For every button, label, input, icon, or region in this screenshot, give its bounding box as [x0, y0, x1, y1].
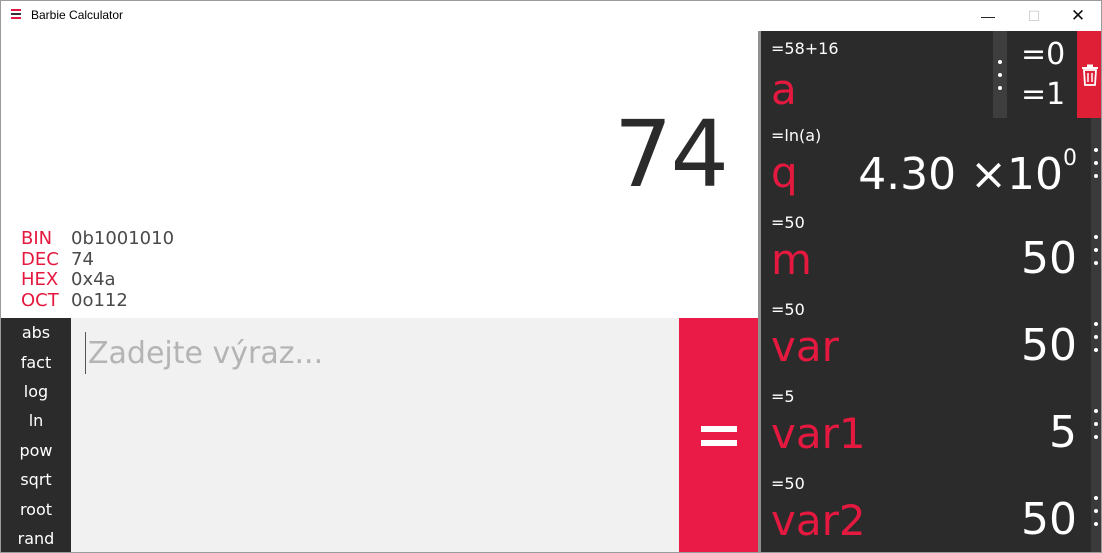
equals-icon — [700, 418, 737, 454]
variable-exponent: 0 — [1063, 146, 1077, 171]
answer-list: =0 =1 — [1007, 31, 1077, 118]
function-list: abs fact log ln pow sqrt root rand — [1, 318, 71, 552]
variable-expression: =50 — [771, 300, 805, 319]
answer-value[interactable]: =1 — [1021, 77, 1065, 112]
variable-expression: =5 — [771, 387, 795, 406]
app-logo-icon — [11, 9, 21, 21]
function-sqrt[interactable]: sqrt — [1, 465, 71, 494]
editing-variable-card[interactable]: =58+16 a — [761, 31, 993, 118]
more-options-icon[interactable] — [1092, 148, 1100, 178]
maximize-button[interactable]: ☐ — [1011, 1, 1057, 31]
app-window: Barbie Calculator — ☐ ✕ 74 BIN 0b1001010… — [0, 0, 1102, 553]
base-label: HEX — [21, 269, 59, 290]
function-ln[interactable]: ln — [1, 406, 71, 435]
function-fact[interactable]: fact — [1, 347, 71, 376]
base-label: DEC — [21, 248, 59, 270]
base-row-dec: DEC 74 — [21, 248, 174, 271]
variable-value: 50 — [1021, 320, 1077, 371]
result-display: 74 — [613, 101, 729, 208]
base-value: 0x4a — [71, 269, 116, 290]
variable-value: 5 — [1049, 407, 1077, 458]
more-options-icon[interactable] — [996, 60, 1004, 90]
title-bar: Barbie Calculator — ☐ ✕ — [1, 1, 1101, 31]
variable-value: 50 — [1021, 233, 1077, 284]
more-options-icon[interactable] — [1092, 496, 1100, 526]
variable-expression: =ln(a) — [771, 126, 822, 145]
function-abs[interactable]: abs — [1, 318, 71, 347]
base-value: 0o112 — [71, 289, 128, 311]
variable-name: var — [771, 322, 839, 371]
base-row-oct: OCT 0o112 — [21, 289, 174, 312]
base-label: OCT — [21, 289, 59, 311]
base-value: 74 — [71, 248, 94, 270]
variable-name: m — [771, 235, 812, 284]
trash-icon — [1082, 64, 1098, 86]
variable-value: 4.30 ×100 — [858, 146, 1077, 200]
equals-button[interactable] — [679, 318, 758, 552]
expression-area — [71, 318, 679, 552]
function-rand[interactable]: rand — [1, 524, 71, 552]
variable-row[interactable]: =5 var1 5 — [761, 379, 1091, 466]
function-log[interactable]: log — [1, 377, 71, 406]
variable-name: var2 — [771, 496, 866, 545]
variable-row[interactable]: =50 var 50 — [761, 292, 1091, 379]
drag-handle[interactable] — [993, 31, 1007, 118]
number-bases: BIN 0b1001010 DEC 74 HEX 0x4a OCT 0o112 — [21, 228, 175, 312]
variable-value: 50 — [1021, 494, 1077, 545]
expression-input[interactable] — [85, 332, 665, 374]
variable-expression: =58+16 — [771, 39, 839, 58]
variable-name: var1 — [771, 409, 866, 458]
variable-expression: =50 — [771, 213, 805, 232]
variable-row[interactable]: =50 var2 50 — [761, 466, 1091, 552]
base-row-hex: HEX 0x4a — [21, 269, 174, 291]
variable-expression: =50 — [771, 474, 805, 493]
variable-row[interactable]: =ln(a) q 4.30 ×100 — [761, 118, 1091, 205]
base-value: 0b1001010 — [71, 228, 175, 249]
variable-name: q — [771, 148, 798, 197]
function-pow[interactable]: pow — [1, 436, 71, 465]
minimize-button[interactable]: — — [965, 1, 1011, 31]
answer-value[interactable]: =0 — [1021, 37, 1065, 72]
more-options-icon[interactable] — [1092, 235, 1100, 265]
variable-list: =ln(a) q 4.30 ×100 =50 m 50 =50 var 50 =… — [761, 118, 1091, 552]
variable-scrollbar[interactable] — [1091, 118, 1101, 552]
variable-name: a — [771, 65, 797, 114]
more-options-icon[interactable] — [1092, 409, 1100, 439]
window-title: Barbie Calculator — [31, 8, 124, 22]
variable-mantissa: 4.30 ×10 — [858, 149, 1063, 200]
variable-row[interactable]: =50 m 50 — [761, 205, 1091, 292]
function-root[interactable]: root — [1, 494, 71, 523]
close-button[interactable]: ✕ — [1055, 1, 1101, 31]
delete-button[interactable] — [1077, 31, 1101, 118]
more-options-icon[interactable] — [1092, 322, 1100, 352]
base-row-bin: BIN 0b1001010 — [21, 228, 175, 250]
base-label: BIN — [21, 228, 53, 249]
